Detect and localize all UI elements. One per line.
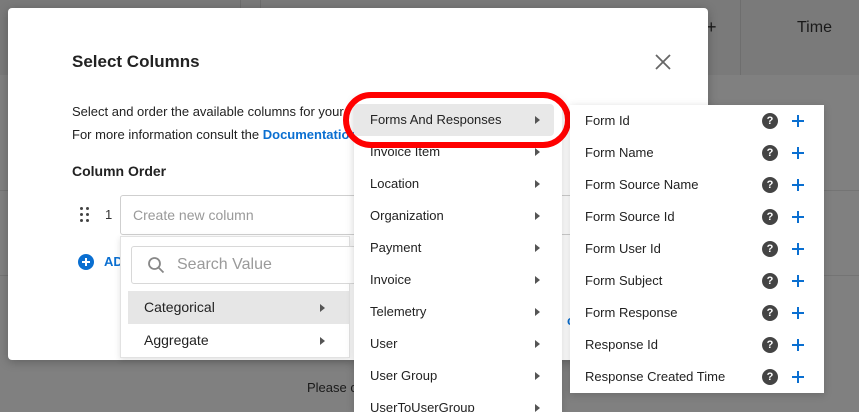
- help-text-prefix: For more information consult the: [72, 127, 263, 142]
- field-item-form-user-id[interactable]: Form User Id ?: [570, 233, 824, 265]
- field-menu: Form Id ? Form Name ? Form Source Name ?…: [570, 105, 824, 393]
- caret-right-icon: [535, 308, 540, 316]
- field-item-label: Response Id: [585, 337, 658, 352]
- background-divider: [740, 0, 741, 75]
- type-item-label: Aggregate: [144, 332, 209, 348]
- category-item-payment[interactable]: Payment: [354, 232, 562, 264]
- category-item-label: Invoice: [370, 272, 412, 287]
- category-menu: Forms And Responses Invoice Item Locatio…: [354, 98, 562, 412]
- caret-right-icon: [535, 404, 540, 412]
- field-item-form-source-name[interactable]: Form Source Name ?: [570, 169, 824, 201]
- field-item-label: Form Subject: [585, 273, 663, 288]
- caret-right-icon: [320, 337, 325, 345]
- plus-icon[interactable]: [790, 337, 806, 353]
- category-item-user-to-user-group[interactable]: UserToUserGroup: [354, 392, 562, 412]
- field-item-label: Form Source Name: [585, 177, 699, 192]
- field-item-label: Form Source Id: [585, 209, 675, 224]
- category-item-organization[interactable]: Organization: [354, 200, 562, 232]
- background-time-header: Time: [797, 19, 832, 36]
- category-item-location[interactable]: Location: [354, 168, 562, 200]
- caret-right-icon: [535, 116, 540, 124]
- column-order-title: Column Order: [72, 163, 167, 179]
- category-item-invoice-item[interactable]: Invoice Item: [354, 136, 562, 168]
- category-item-invoice[interactable]: Invoice: [354, 264, 562, 296]
- column-type-dropdown: Search Value Categorical Aggregate: [120, 236, 371, 358]
- help-icon[interactable]: ?: [762, 273, 778, 289]
- category-item-label: Invoice Item: [370, 144, 441, 159]
- category-item-label: User Group: [370, 368, 438, 383]
- plus-icon[interactable]: [790, 273, 806, 289]
- field-item-form-id[interactable]: Form Id ?: [570, 105, 824, 137]
- category-item-user[interactable]: User: [354, 328, 562, 360]
- category-item-label: User: [370, 336, 398, 351]
- category-item-label: Forms And Responses: [370, 112, 502, 127]
- field-item-label: Form Name: [585, 145, 654, 160]
- caret-right-icon: [535, 180, 540, 188]
- search-value-input[interactable]: Search Value: [131, 246, 371, 284]
- background-please-text: Please c: [307, 380, 357, 395]
- plus-icon[interactable]: [790, 241, 806, 257]
- field-item-form-subject[interactable]: Form Subject ?: [570, 265, 824, 297]
- plus-icon[interactable]: [790, 177, 806, 193]
- caret-right-icon: [320, 304, 325, 312]
- help-icon[interactable]: ?: [762, 337, 778, 353]
- field-item-response-created-time[interactable]: Response Created Time ?: [570, 361, 824, 393]
- modal-help-text: For more information consult the Documen…: [72, 127, 357, 142]
- field-item-label: Form Response: [585, 305, 678, 320]
- add-circle-icon[interactable]: [78, 254, 94, 270]
- caret-right-icon: [535, 372, 540, 380]
- caret-right-icon: [535, 244, 540, 252]
- plus-icon[interactable]: [790, 209, 806, 225]
- field-item-label: Form Id: [585, 113, 630, 128]
- column-row-number: 1: [105, 207, 113, 222]
- modal-title: Select Columns: [72, 52, 200, 71]
- help-icon[interactable]: ?: [762, 305, 778, 321]
- help-icon[interactable]: ?: [762, 369, 778, 385]
- modal-description: Select and order the available columns f…: [72, 104, 344, 119]
- field-item-form-source-id[interactable]: Form Source Id ?: [570, 201, 824, 233]
- plus-icon[interactable]: [790, 305, 806, 321]
- category-item-label: UserToUserGroup: [370, 400, 475, 412]
- drag-handle-icon[interactable]: [80, 207, 90, 223]
- search-placeholder: Search Value: [177, 256, 272, 273]
- field-item-response-id[interactable]: Response Id ?: [570, 329, 824, 361]
- type-item-aggregate[interactable]: Aggregate: [128, 324, 349, 357]
- help-icon[interactable]: ?: [762, 113, 778, 129]
- category-item-label: Organization: [370, 208, 444, 223]
- category-item-telemetry[interactable]: Telemetry: [354, 296, 562, 328]
- field-item-form-name[interactable]: Form Name ?: [570, 137, 824, 169]
- type-item-label: Categorical: [144, 299, 215, 315]
- category-item-forms-and-responses[interactable]: Forms And Responses: [354, 104, 554, 136]
- caret-right-icon: [535, 276, 540, 284]
- category-item-label: Telemetry: [370, 304, 427, 319]
- help-icon[interactable]: ?: [762, 145, 778, 161]
- caret-right-icon: [535, 148, 540, 156]
- field-item-label: Form User Id: [585, 241, 661, 256]
- help-icon[interactable]: ?: [762, 241, 778, 257]
- plus-icon[interactable]: [790, 369, 806, 385]
- type-item-categorical[interactable]: Categorical: [128, 291, 349, 324]
- plus-icon[interactable]: [790, 113, 806, 129]
- plus-icon[interactable]: [790, 145, 806, 161]
- documentation-link[interactable]: Documentation: [263, 127, 358, 142]
- category-item-user-group[interactable]: User Group: [354, 360, 562, 392]
- caret-right-icon: [535, 340, 540, 348]
- close-icon[interactable]: [653, 52, 673, 72]
- category-item-label: Location: [370, 176, 420, 191]
- help-icon[interactable]: ?: [762, 209, 778, 225]
- search-icon: [148, 257, 165, 274]
- help-icon[interactable]: ?: [762, 177, 778, 193]
- field-item-label: Response Created Time: [585, 369, 726, 384]
- category-item-label: Payment: [370, 240, 422, 255]
- field-item-form-response[interactable]: Form Response ?: [570, 297, 824, 329]
- caret-right-icon: [535, 212, 540, 220]
